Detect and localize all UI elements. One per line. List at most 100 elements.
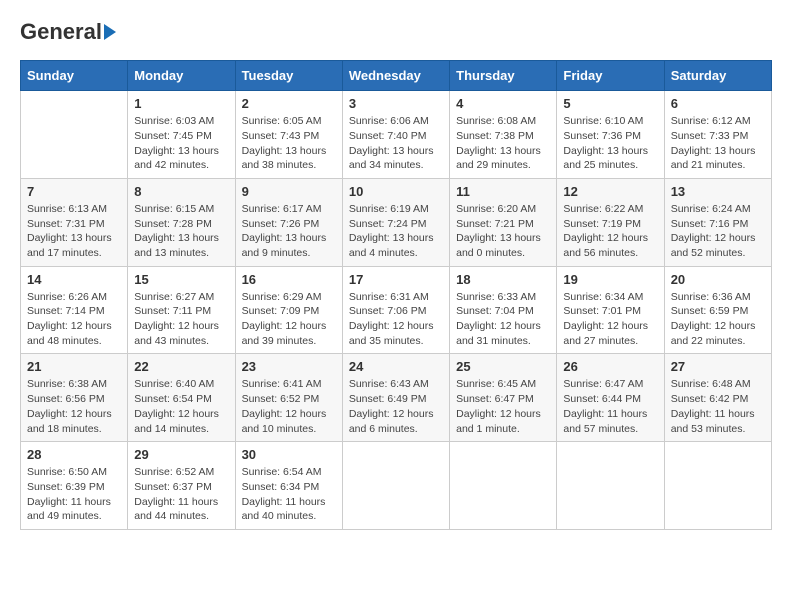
calendar-cell: 26 Sunrise: 6:47 AMSunset: 6:44 PMDayligh… — [557, 354, 664, 442]
day-info: Sunrise: 6:05 AMSunset: 7:43 PMDaylight:… — [242, 114, 336, 173]
day-number: 21 — [27, 359, 121, 374]
day-number: 13 — [671, 184, 765, 199]
day-info: Sunrise: 6:34 AMSunset: 7:01 PMDaylight:… — [563, 290, 657, 349]
calendar-cell — [664, 442, 771, 530]
day-number: 23 — [242, 359, 336, 374]
calendar-cell — [557, 442, 664, 530]
day-info: Sunrise: 6:40 AMSunset: 6:54 PMDaylight:… — [134, 377, 228, 436]
calendar-cell: 25 Sunrise: 6:45 AMSunset: 6:47 PMDayligh… — [450, 354, 557, 442]
logo-text-general: General — [20, 20, 102, 44]
calendar-cell: 14Sunrise: 6:26 AMSunset: 7:14 PMDayligh… — [21, 266, 128, 354]
calendar-cell: 2Sunrise: 6:05 AMSunset: 7:43 PMDaylight… — [235, 91, 342, 179]
day-number: 26 — [563, 359, 657, 374]
day-number: 5 — [563, 96, 657, 111]
day-info: Sunrise: 6:20 AMSunset: 7:21 PMDaylight:… — [456, 202, 550, 261]
day-number: 14 — [27, 272, 121, 287]
calendar-cell — [450, 442, 557, 530]
day-number: 17 — [349, 272, 443, 287]
calendar-cell — [342, 442, 449, 530]
calendar-cell: 8 Sunrise: 6:15 AMSunset: 7:28 PMDaylight… — [128, 178, 235, 266]
day-info: Sunrise: 6:54 AMSunset: 6:34 PMDaylight:… — [242, 465, 336, 524]
day-info: Sunrise: 6:52 AMSunset: 6:37 PMDaylight:… — [134, 465, 228, 524]
day-number: 7 — [27, 184, 121, 199]
day-info: Sunrise: 6:19 AMSunset: 7:24 PMDaylight:… — [349, 202, 443, 261]
day-number: 19 — [563, 272, 657, 287]
day-info: Sunrise: 6:17 AMSunset: 7:26 PMDaylight:… — [242, 202, 336, 261]
day-info: Sunrise: 6:03 AMSunset: 7:45 PMDaylight:… — [134, 114, 228, 173]
day-info: Sunrise: 6:29 AMSunset: 7:09 PMDaylight:… — [242, 290, 336, 349]
day-info: Sunrise: 6:38 AMSunset: 6:56 PMDaylight:… — [27, 377, 121, 436]
day-number: 25 — [456, 359, 550, 374]
calendar-cell: 9 Sunrise: 6:17 AMSunset: 7:26 PMDaylight… — [235, 178, 342, 266]
day-info: Sunrise: 6:10 AMSunset: 7:36 PMDaylight:… — [563, 114, 657, 173]
day-info: Sunrise: 6:24 AMSunset: 7:16 PMDaylight:… — [671, 202, 765, 261]
calendar-cell: 18 Sunrise: 6:33 AMSunset: 7:04 PMDayligh… — [450, 266, 557, 354]
calendar-cell: 6 Sunrise: 6:12 AMSunset: 7:33 PMDaylight… — [664, 91, 771, 179]
day-number: 30 — [242, 447, 336, 462]
day-info: Sunrise: 6:15 AMSunset: 7:28 PMDaylight:… — [134, 202, 228, 261]
calendar-cell: 12 Sunrise: 6:22 AMSunset: 7:19 PMDayligh… — [557, 178, 664, 266]
calendar-cell: 7 Sunrise: 6:13 AMSunset: 7:31 PMDaylight… — [21, 178, 128, 266]
column-header-thursday: Thursday — [450, 61, 557, 91]
calendar-cell: 15 Sunrise: 6:27 AMSunset: 7:11 PMDayligh… — [128, 266, 235, 354]
day-number: 20 — [671, 272, 765, 287]
day-number: 3 — [349, 96, 443, 111]
day-info: Sunrise: 6:22 AMSunset: 7:19 PMDaylight:… — [563, 202, 657, 261]
calendar-cell: 21 Sunrise: 6:38 AMSunset: 6:56 PMDayligh… — [21, 354, 128, 442]
calendar-cell: 4Sunrise: 6:08 AMSunset: 7:38 PMDaylight… — [450, 91, 557, 179]
day-info: Sunrise: 6:27 AMSunset: 7:11 PMDaylight:… — [134, 290, 228, 349]
calendar-cell: 30 Sunrise: 6:54 AMSunset: 6:34 PMDayligh… — [235, 442, 342, 530]
calendar-cell: 28 Sunrise: 6:50 AMSunset: 6:39 PMDayligh… — [21, 442, 128, 530]
day-number: 27 — [671, 359, 765, 374]
day-info: Sunrise: 6:08 AMSunset: 7:38 PMDaylight:… — [456, 114, 550, 173]
day-info: Sunrise: 6:12 AMSunset: 7:33 PMDaylight:… — [671, 114, 765, 173]
calendar-cell: 23 Sunrise: 6:41 AMSunset: 6:52 PMDayligh… — [235, 354, 342, 442]
day-number: 9 — [242, 184, 336, 199]
column-header-monday: Monday — [128, 61, 235, 91]
calendar-cell: 29 Sunrise: 6:52 AMSunset: 6:37 PMDayligh… — [128, 442, 235, 530]
day-number: 12 — [563, 184, 657, 199]
day-info: Sunrise: 6:50 AMSunset: 6:39 PMDaylight:… — [27, 465, 121, 524]
day-number: 16 — [242, 272, 336, 287]
day-info: Sunrise: 6:48 AMSunset: 6:42 PMDaylight:… — [671, 377, 765, 436]
calendar-cell: 24 Sunrise: 6:43 AMSunset: 6:49 PMDayligh… — [342, 354, 449, 442]
calendar-cell: 13 Sunrise: 6:24 AMSunset: 7:16 PMDayligh… — [664, 178, 771, 266]
calendar-cell: 3 Sunrise: 6:06 AMSunset: 7:40 PMDaylight… — [342, 91, 449, 179]
day-info: Sunrise: 6:06 AMSunset: 7:40 PMDaylight:… — [349, 114, 443, 173]
day-number: 11 — [456, 184, 550, 199]
logo: General — [20, 20, 116, 44]
calendar-cell: 17Sunrise: 6:31 AMSunset: 7:06 PMDayligh… — [342, 266, 449, 354]
day-number: 1 — [134, 96, 228, 111]
day-info: Sunrise: 6:33 AMSunset: 7:04 PMDaylight:… — [456, 290, 550, 349]
calendar-cell — [21, 91, 128, 179]
day-number: 18 — [456, 272, 550, 287]
column-header-wednesday: Wednesday — [342, 61, 449, 91]
day-info: Sunrise: 6:13 AMSunset: 7:31 PMDaylight:… — [27, 202, 121, 261]
day-number: 28 — [27, 447, 121, 462]
day-info: Sunrise: 6:43 AMSunset: 6:49 PMDaylight:… — [349, 377, 443, 436]
day-number: 29 — [134, 447, 228, 462]
column-header-friday: Friday — [557, 61, 664, 91]
day-number: 15 — [134, 272, 228, 287]
calendar-cell: 10 Sunrise: 6:19 AMSunset: 7:24 PMDayligh… — [342, 178, 449, 266]
calendar-cell: 1 Sunrise: 6:03 AMSunset: 7:45 PMDaylight… — [128, 91, 235, 179]
day-number: 10 — [349, 184, 443, 199]
calendar-cell: 27 Sunrise: 6:48 AMSunset: 6:42 PMDayligh… — [664, 354, 771, 442]
day-number: 6 — [671, 96, 765, 111]
calendar-cell: 11 Sunrise: 6:20 AMSunset: 7:21 PMDayligh… — [450, 178, 557, 266]
day-number: 24 — [349, 359, 443, 374]
header: General — [20, 20, 772, 44]
day-number: 8 — [134, 184, 228, 199]
column-header-saturday: Saturday — [664, 61, 771, 91]
column-header-sunday: Sunday — [21, 61, 128, 91]
day-info: Sunrise: 6:41 AMSunset: 6:52 PMDaylight:… — [242, 377, 336, 436]
logo-arrow-icon — [104, 24, 116, 40]
calendar-table: SundayMondayTuesdayWednesdayThursdayFrid… — [20, 60, 772, 530]
calendar-cell: 20Sunrise: 6:36 AMSunset: 6:59 PMDayligh… — [664, 266, 771, 354]
day-number: 22 — [134, 359, 228, 374]
calendar-cell: 19 Sunrise: 6:34 AMSunset: 7:01 PMDayligh… — [557, 266, 664, 354]
calendar-cell: 22 Sunrise: 6:40 AMSunset: 6:54 PMDayligh… — [128, 354, 235, 442]
day-info: Sunrise: 6:45 AMSunset: 6:47 PMDaylight:… — [456, 377, 550, 436]
day-info: Sunrise: 6:47 AMSunset: 6:44 PMDaylight:… — [563, 377, 657, 436]
column-header-tuesday: Tuesday — [235, 61, 342, 91]
